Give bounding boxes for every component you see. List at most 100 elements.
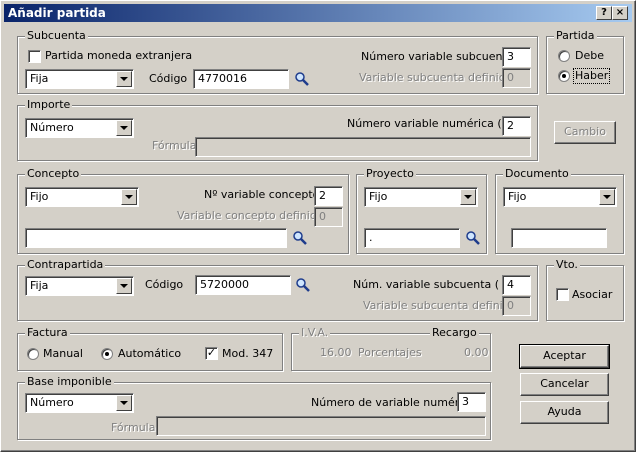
concepto-tipo-value: Fijo xyxy=(30,190,49,203)
subcuenta-num-var-label: Número variable subcuenta xyxy=(361,50,514,63)
chevron-down-icon[interactable] xyxy=(116,71,132,87)
search-icon[interactable] xyxy=(294,71,310,87)
ayuda-button[interactable]: Ayuda xyxy=(520,401,609,424)
aceptar-label: Aceptar xyxy=(543,349,586,362)
cambio-button[interactable]: Cambio xyxy=(554,121,616,144)
dialog-window: Añadir partida ? × Subcuenta Partida mon… xyxy=(0,0,636,452)
concepto-tipo-select[interactable]: Fijo xyxy=(25,187,139,207)
documento-tipo-select[interactable]: Fijo xyxy=(503,187,617,207)
chevron-down-icon[interactable] xyxy=(116,120,132,136)
ayuda-label: Ayuda xyxy=(547,405,582,418)
concepto-group: Concepto Fijo Nº variable concepto 2 Var… xyxy=(17,167,349,254)
close-button[interactable]: × xyxy=(612,6,628,20)
chevron-down-icon[interactable] xyxy=(116,278,132,294)
subcuenta-num-var-input[interactable]: 3 xyxy=(502,47,531,67)
iva-group: I.V.A. Recargo 16.00 Porcentajes 0.00 xyxy=(291,326,491,371)
contrapartida-title: Contrapartida xyxy=(25,258,106,272)
concepto-var-def-input: 0 xyxy=(314,207,343,227)
subcuenta-codigo-label: Código xyxy=(149,72,188,85)
chevron-down-icon[interactable] xyxy=(116,395,132,411)
chevron-down-icon[interactable] xyxy=(599,189,615,205)
importe-formula-label: Fórmula xyxy=(152,139,197,152)
haber-radio[interactable] xyxy=(558,70,570,82)
asociar-checkbox[interactable] xyxy=(556,288,569,301)
vto-title: Vto. xyxy=(554,258,580,272)
cancelar-button[interactable]: Cancelar xyxy=(520,373,609,396)
subcuenta-title: Subcuenta xyxy=(25,29,88,43)
help-button[interactable]: ? xyxy=(596,6,612,20)
proyecto-tipo-select[interactable]: Fijo xyxy=(364,187,478,207)
proyecto-group: Proyecto Fijo . xyxy=(356,167,487,254)
contrapartida-tipo-select[interactable]: Fija xyxy=(25,276,134,296)
proyecto-tipo-value: Fijo xyxy=(369,190,388,203)
contrapartida-group: Contrapartida Fija Código 5720000 Núm. v… xyxy=(17,258,538,321)
documento-group: Documento Fijo xyxy=(495,167,624,254)
documento-title: Documento xyxy=(503,167,571,181)
concepto-num-label: Nº variable concepto xyxy=(204,188,320,201)
contrapartida-num-var-label: Núm. variable subcuenta ( N ) xyxy=(353,278,519,291)
recargo-title: Recargo xyxy=(430,326,479,340)
contrapartida-codigo-label: Código xyxy=(145,278,184,291)
base-formula-label: Fórmula xyxy=(111,421,156,434)
importe-tipo-value: Número xyxy=(30,121,74,134)
automatico-label: Automático xyxy=(118,347,182,360)
iva-value: 16.00 xyxy=(320,346,352,359)
debe-label: Debe xyxy=(575,49,604,62)
base-num-label: Número de variable numérica xyxy=(311,396,476,409)
mod347-checkbox[interactable]: ✓ xyxy=(205,347,218,360)
proyecto-text-input[interactable]: . xyxy=(364,228,460,248)
subcuenta-tipo-value: Fija xyxy=(30,72,49,85)
importe-group: Importe Número Número variable numérica … xyxy=(17,98,538,161)
chevron-down-icon[interactable] xyxy=(460,189,476,205)
contrapartida-codigo-input[interactable]: 5720000 xyxy=(195,275,291,295)
concepto-text-input[interactable] xyxy=(25,228,287,248)
title-bar[interactable]: Añadir partida ? × xyxy=(4,4,632,22)
subcuenta-codigo-input[interactable]: 4770016 xyxy=(193,69,289,89)
asociar-label: Asociar xyxy=(572,288,613,301)
base-imponible-title: Base imponible xyxy=(25,375,114,389)
chevron-down-icon[interactable] xyxy=(121,189,137,205)
manual-label: Manual xyxy=(43,347,83,360)
importe-formula-input xyxy=(195,137,531,157)
haber-label: Haber xyxy=(572,68,611,84)
base-tipo-value: Número xyxy=(30,396,74,409)
importe-tipo-select[interactable]: Número xyxy=(25,118,134,138)
importe-num-input[interactable]: 2 xyxy=(502,116,531,136)
partida-title: Partida xyxy=(554,29,597,43)
contrapartida-var-def-input: 0 xyxy=(502,296,531,316)
base-tipo-select[interactable]: Número xyxy=(25,393,134,413)
factura-title: Factura xyxy=(25,326,70,340)
search-icon[interactable] xyxy=(465,230,481,246)
base-imponible-group: Base imponible Número Número de variable… xyxy=(17,375,491,440)
search-icon[interactable] xyxy=(292,230,308,246)
automatico-radio[interactable] xyxy=(101,348,113,360)
recargo-value: 0.00 xyxy=(464,346,489,359)
manual-radio[interactable] xyxy=(27,348,39,360)
importe-title: Importe xyxy=(25,98,73,112)
base-formula-input xyxy=(156,416,486,436)
contrapartida-tipo-value: Fija xyxy=(30,279,49,292)
contrapartida-num-var-input[interactable]: 4 xyxy=(502,275,531,295)
debe-radio[interactable] xyxy=(558,50,570,62)
moneda-extranjera-checkbox[interactable] xyxy=(28,50,41,63)
mod347-label: Mod. 347 xyxy=(222,347,274,360)
cancelar-label: Cancelar xyxy=(540,377,589,390)
base-num-input[interactable]: 3 xyxy=(457,392,486,412)
subcuenta-tipo-select[interactable]: Fija xyxy=(25,69,134,89)
subcuenta-group: Subcuenta Partida moneda extranjera Fija… xyxy=(17,29,538,94)
documento-text-input[interactable] xyxy=(511,228,607,248)
vto-group: Vto. Asociar xyxy=(546,258,624,321)
factura-group: Factura Manual Automático ✓ Mod. 347 xyxy=(17,326,283,371)
window-title: Añadir partida xyxy=(8,6,106,20)
importe-num-label: Número variable numérica ( N ) xyxy=(347,117,522,130)
concepto-num-input[interactable]: 2 xyxy=(314,186,343,206)
search-icon[interactable] xyxy=(295,277,311,293)
concepto-var-def-label: Variable concepto definida xyxy=(177,209,324,222)
subcuenta-var-def-input: 0 xyxy=(502,68,531,88)
aceptar-button[interactable]: Aceptar xyxy=(519,344,610,369)
proyecto-title: Proyecto xyxy=(364,167,416,181)
moneda-extranjera-label: Partida moneda extranjera xyxy=(45,49,193,62)
porcentajes-label: Porcentajes xyxy=(358,346,422,359)
documento-tipo-value: Fijo xyxy=(508,190,527,203)
contrapartida-var-def-label: Variable subcuenta definida xyxy=(363,299,517,312)
